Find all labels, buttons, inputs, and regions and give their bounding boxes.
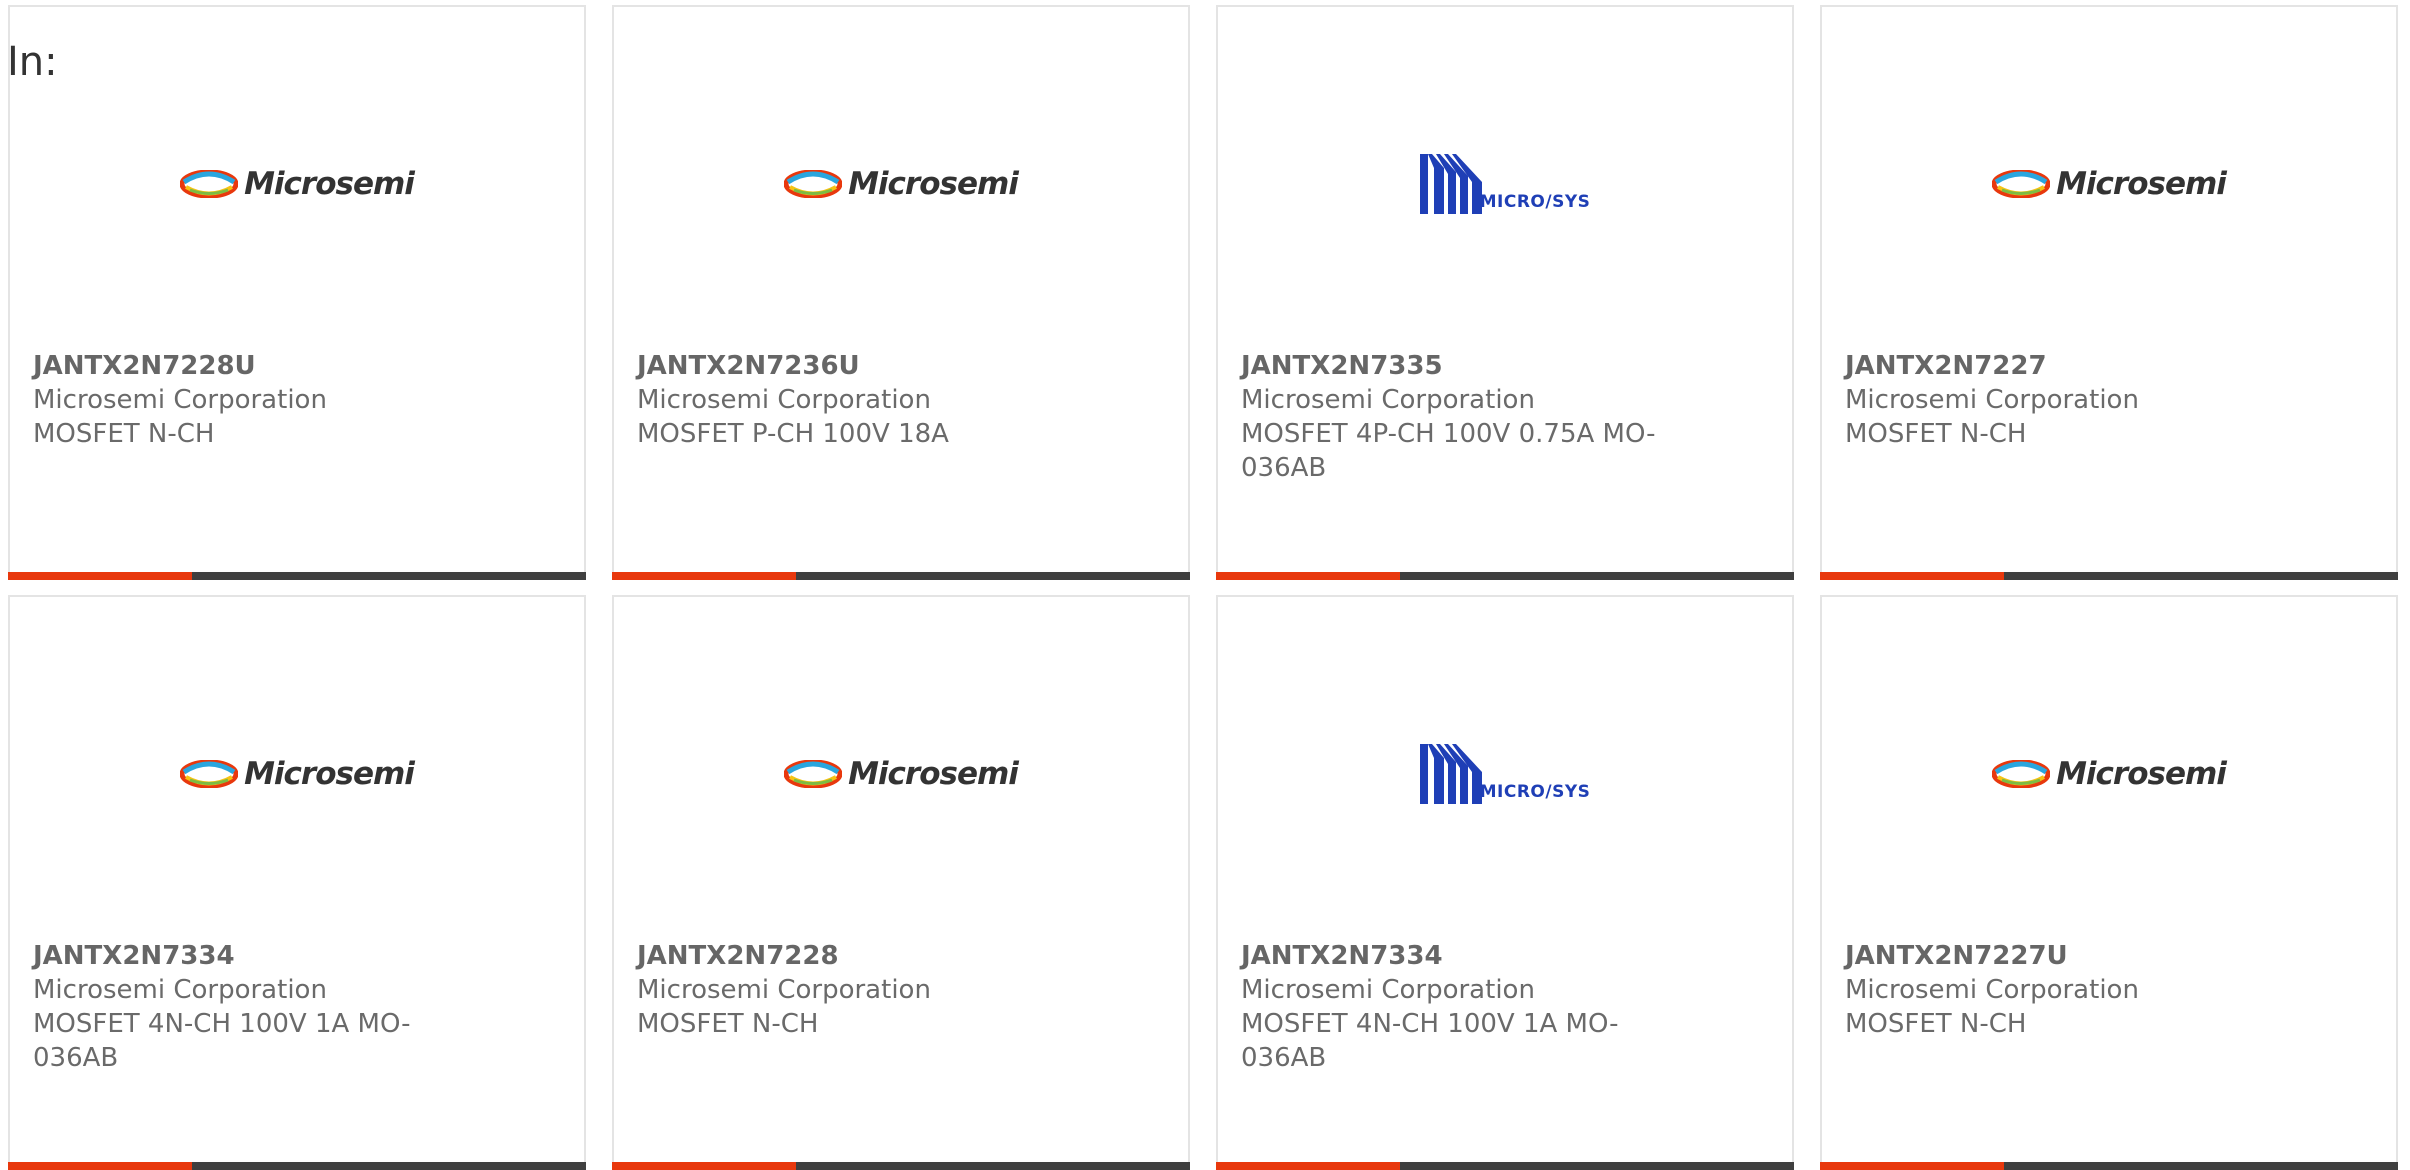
microsemi-logo: Microsemi — [1992, 756, 2227, 792]
product-description: MOSFET 4N-CH 100V 1A MO-036AB — [33, 1009, 411, 1073]
part-number[interactable]: JANTX2N7335 — [1241, 349, 1661, 383]
microsemi-logo: Microsemi — [1992, 166, 2227, 202]
part-number[interactable]: JANTX2N7334 — [1241, 939, 1661, 973]
manufacturer-name: Microsemi Corporation — [1845, 385, 2139, 415]
product-info: JANTX2N7334 Microsemi Corporation MOSFET… — [1241, 939, 1661, 1075]
microsemi-swirl-icon — [1992, 760, 2051, 788]
logo-text: Microsemi — [2056, 166, 2227, 202]
card-accent-bar — [1820, 1162, 2004, 1170]
product-card[interactable]: Microsemi JANTX2N7334 Microsemi Corporat… — [8, 595, 586, 1170]
microsemi-logo: Microsemi — [180, 166, 415, 202]
product-info: JANTX2N7335 Microsemi Corporation MOSFET… — [1241, 349, 1661, 485]
microsemi-logo: Microsemi — [784, 756, 1019, 792]
product-card[interactable]: Microsemi JANTX2N7227U Microsemi Corpora… — [1820, 595, 2398, 1170]
card-accent-bar — [612, 1162, 796, 1170]
product-card[interactable]: Microsemi JANTX2N7228U Microsemi Corpora… — [8, 5, 586, 580]
manufacturer-name: Microsemi Corporation — [1241, 975, 1535, 1005]
part-number[interactable]: JANTX2N7236U — [637, 349, 1057, 383]
card-footer-bar — [1820, 572, 2398, 580]
microsys-logo: MICRO/SYS — [1419, 154, 1591, 214]
product-description: MOSFET 4P-CH 100V 0.75A MO-036AB — [1241, 419, 1656, 483]
microsys-logo: MICRO/SYS — [1419, 744, 1591, 804]
product-description: MOSFET P-CH 100V 18A — [637, 419, 949, 449]
part-number[interactable]: JANTX2N7228 — [637, 939, 1057, 973]
manufacturer-logo: MICRO/SYS — [1218, 137, 1792, 231]
card-footer-bar — [1820, 1162, 2398, 1170]
card-footer-bar — [8, 572, 586, 580]
logo-text: Microsemi — [848, 756, 1019, 792]
card-accent-bar — [8, 1162, 192, 1170]
part-number[interactable]: JANTX2N7227 — [1845, 349, 2265, 383]
card-footer-bar — [612, 1162, 1190, 1170]
product-info: JANTX2N7228U Microsemi Corporation MOSFE… — [33, 349, 453, 451]
manufacturer-logo: Microsemi — [10, 727, 584, 821]
card-footer-bar — [1216, 572, 1794, 580]
manufacturer-name: Microsemi Corporation — [637, 385, 931, 415]
card-footer-bar — [8, 1162, 586, 1170]
microsemi-swirl-icon — [180, 170, 239, 198]
product-info: JANTX2N7334 Microsemi Corporation MOSFET… — [33, 939, 453, 1075]
product-card[interactable]: MICRO/SYS JANTX2N7335 Microsemi Corporat… — [1216, 5, 1794, 580]
microsys-stripes-icon — [1419, 744, 1482, 804]
manufacturer-logo: Microsemi — [1822, 137, 2396, 231]
manufacturer-name: Microsemi Corporation — [1845, 975, 2139, 1005]
product-card[interactable]: Microsemi JANTX2N7236U Microsemi Corpora… — [612, 5, 1190, 580]
product-description: MOSFET N-CH — [1845, 419, 2027, 449]
logo-text: Microsemi — [244, 756, 415, 792]
product-description: MOSFET 4N-CH 100V 1A MO-036AB — [1241, 1009, 1619, 1073]
part-number[interactable]: JANTX2N7228U — [33, 349, 453, 383]
part-number[interactable]: JANTX2N7334 — [33, 939, 453, 973]
product-grid: Microsemi JANTX2N7228U Microsemi Corpora… — [0, 0, 2410, 1170]
product-info: JANTX2N7227U Microsemi Corporation MOSFE… — [1845, 939, 2265, 1041]
card-footer-bar — [612, 572, 1190, 580]
microsemi-logo: Microsemi — [784, 166, 1019, 202]
card-accent-bar — [612, 572, 796, 580]
card-accent-bar — [1820, 572, 2004, 580]
product-card[interactable]: Microsemi JANTX2N7228 Microsemi Corporat… — [612, 595, 1190, 1170]
microsemi-swirl-icon — [180, 760, 239, 788]
microsemi-swirl-icon — [1992, 170, 2051, 198]
logo-text: Microsemi — [2056, 756, 2227, 792]
microsys-stripes-icon — [1419, 154, 1482, 214]
in-label: In: — [7, 39, 58, 85]
manufacturer-name: Microsemi Corporation — [1241, 385, 1535, 415]
product-card[interactable]: Microsemi JANTX2N7227 Microsemi Corporat… — [1820, 5, 2398, 580]
logo-text: MICRO/SYS — [1479, 192, 1591, 212]
part-number[interactable]: JANTX2N7227U — [1845, 939, 2265, 973]
product-card[interactable]: MICRO/SYS JANTX2N7334 Microsemi Corporat… — [1216, 595, 1794, 1170]
microsemi-swirl-icon — [784, 170, 843, 198]
manufacturer-name: Microsemi Corporation — [33, 385, 327, 415]
logo-text: Microsemi — [244, 166, 415, 202]
manufacturer-name: Microsemi Corporation — [637, 975, 931, 1005]
manufacturer-logo: MICRO/SYS — [1218, 727, 1792, 821]
manufacturer-logo: Microsemi — [614, 137, 1188, 231]
card-accent-bar — [1216, 572, 1400, 580]
card-accent-bar — [8, 572, 192, 580]
product-info: JANTX2N7236U Microsemi Corporation MOSFE… — [637, 349, 1057, 451]
microsemi-logo: Microsemi — [180, 756, 415, 792]
manufacturer-logo: Microsemi — [614, 727, 1188, 821]
product-description: MOSFET N-CH — [33, 419, 215, 449]
manufacturer-name: Microsemi Corporation — [33, 975, 327, 1005]
manufacturer-logo: Microsemi — [10, 137, 584, 231]
card-accent-bar — [1216, 1162, 1400, 1170]
logo-text: Microsemi — [848, 166, 1019, 202]
manufacturer-logo: Microsemi — [1822, 727, 2396, 821]
product-info: JANTX2N7227 Microsemi Corporation MOSFET… — [1845, 349, 2265, 451]
product-description: MOSFET N-CH — [637, 1009, 819, 1039]
logo-text: MICRO/SYS — [1479, 782, 1591, 802]
product-info: JANTX2N7228 Microsemi Corporation MOSFET… — [637, 939, 1057, 1041]
card-footer-bar — [1216, 1162, 1794, 1170]
product-description: MOSFET N-CH — [1845, 1009, 2027, 1039]
microsemi-swirl-icon — [784, 760, 843, 788]
